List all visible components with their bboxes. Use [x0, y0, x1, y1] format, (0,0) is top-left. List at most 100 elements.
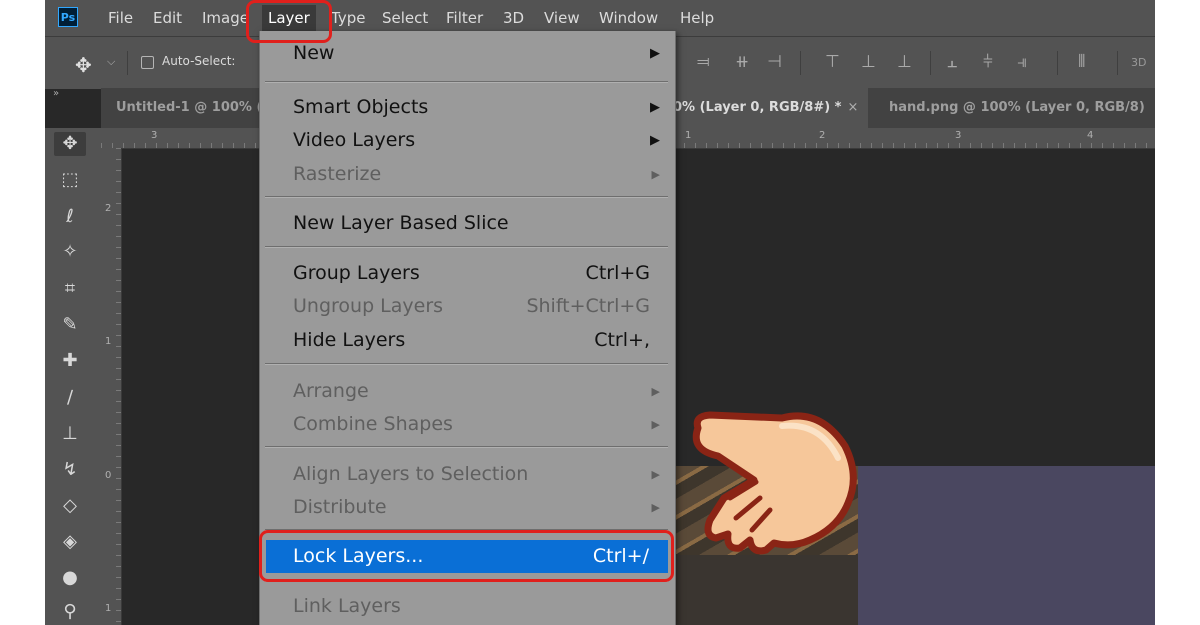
ruler-number: 3 [151, 130, 158, 141]
auto-select-checkbox[interactable] [141, 56, 154, 69]
submenu-arrow-icon: ▶ [651, 385, 660, 398]
tools-panel: ✥ ⬚ ℓ ✧ ⌗ ✎ ✚ ∕ ⊥ ↯ ◇ ◈ ● ⚲ [45, 128, 101, 625]
submenu-arrow-icon: ▶ [651, 501, 660, 514]
tab-label: 0% (Layer 0, RGB/8#) * [673, 100, 842, 115]
blur-tool-icon[interactable]: ● [58, 566, 82, 590]
ruler-number: 2 [819, 130, 826, 141]
menu-item-label: Align Layers to Selection [293, 463, 529, 485]
3d-mode-label[interactable]: 3D [1131, 56, 1146, 69]
menu-item-label: Group Layers [293, 262, 420, 284]
submenu-arrow-icon: ▶ [651, 468, 660, 481]
distribute-right-icon[interactable]: ⫣ [1017, 52, 1027, 72]
menu-item-label: Smart Objects [293, 96, 429, 118]
separator [930, 51, 931, 75]
marquee-tool-icon[interactable]: ⬚ [58, 168, 82, 192]
move-tool-icon[interactable]: ✥ [54, 132, 86, 156]
align-center-icon[interactable]: ⧺ [735, 52, 749, 72]
menu-separator [265, 246, 668, 248]
eraser-tool-icon[interactable]: ◇ [58, 494, 82, 518]
brush-tool-icon[interactable]: ∕ [58, 386, 82, 410]
ruler-number: 2 [105, 203, 112, 214]
menu-image[interactable]: Image [202, 0, 249, 36]
distribute-center-icon[interactable]: ⫩ [983, 52, 993, 72]
align-middle-icon[interactable]: ⊥ [861, 52, 876, 72]
tab-hand-png[interactable]: hand.png @ 100% (Layer 0, RGB/8) [889, 88, 1145, 128]
menu-item-video-layers[interactable]: Video Layers ▶ [260, 124, 675, 157]
tab-label: Untitled-1 @ 100% ( [116, 100, 263, 115]
lasso-tool-icon[interactable]: ℓ [58, 205, 82, 229]
menu-item-label: Video Layers [293, 129, 416, 151]
auto-select-label: Auto-Select: [162, 54, 236, 68]
menu-item-shortcut: Ctrl+G [585, 262, 650, 284]
menu-item-new-layer-based-slice[interactable]: New Layer Based Slice [260, 207, 675, 240]
menu-item-label: Link Layers [293, 595, 401, 617]
menu-item-rasterize: Rasterize ▶ [260, 158, 675, 191]
ruler-number: 3 [955, 130, 962, 141]
move-tool-icon[interactable]: ✥ [75, 53, 92, 77]
history-brush-tool-icon[interactable]: ↯ [58, 458, 82, 482]
menu-item-align-layers-to-selection: Align Layers to Selection ▶ [260, 458, 675, 491]
menu-item-distribute: Distribute ▶ [260, 491, 675, 524]
ruler-number: 1 [105, 603, 112, 614]
canvas-shape-layer [858, 466, 1155, 625]
menu-item-label: Hide Layers [293, 329, 406, 351]
menu-separator [265, 196, 668, 198]
ruler-number: 0 [105, 470, 112, 481]
annotation-highlight-layer-menu [246, 0, 332, 43]
menu-item-label: Rasterize [293, 163, 382, 185]
ruler-number: 1 [685, 130, 692, 141]
submenu-arrow-icon: ▶ [651, 168, 660, 181]
menu-item-label: Combine Shapes [293, 413, 453, 435]
separator [1057, 51, 1058, 75]
annotation-highlight-lock-layers [259, 530, 674, 582]
align-bottom-icon[interactable]: ⊥ [897, 52, 912, 72]
magic-wand-tool-icon[interactable]: ✧ [58, 240, 82, 264]
submenu-arrow-icon: ▶ [651, 418, 660, 431]
menu-separator [265, 81, 668, 83]
menu-item-label: Distribute [293, 496, 387, 518]
distribute-spacing-icon[interactable]: ⦀ [1078, 52, 1085, 72]
photoshop-window: Ps File Edit Image Layer Type Select Fil… [45, 0, 1155, 625]
menu-item-link-layers: Link Layers [260, 590, 675, 623]
align-left-icon[interactable]: ⫤ [697, 52, 710, 72]
menu-item-shortcut: Shift+Ctrl+G [526, 295, 650, 317]
dodge-tool-icon[interactable]: ⚲ [58, 600, 82, 624]
menu-item-label: Ungroup Layers [293, 295, 444, 317]
distribute-left-icon[interactable]: ⫠ [947, 52, 957, 72]
align-top-icon[interactable]: ⊤ [825, 52, 840, 72]
menu-item-smart-objects[interactable]: Smart Objects ▶ [260, 91, 675, 124]
close-icon[interactable]: × [847, 100, 858, 115]
separator [127, 51, 128, 75]
menu-item-label: Arrange [293, 380, 369, 402]
menu-file[interactable]: File [108, 0, 133, 36]
menu-item-group-layers[interactable]: Group Layers Ctrl+G [260, 257, 675, 290]
vertical-ruler: 2 1 0 1 [101, 148, 122, 625]
separator [800, 51, 801, 75]
paint-bucket-tool-icon[interactable]: ◈ [58, 530, 82, 554]
menu-help[interactable]: Help [680, 0, 714, 36]
menu-item-ungroup-layers: Ungroup Layers Shift+Ctrl+G [260, 290, 675, 323]
menu-edit[interactable]: Edit [153, 0, 182, 36]
ruler-number: 4 [1087, 130, 1094, 141]
tab-untitled[interactable]: Untitled-1 @ 100% ( [116, 88, 262, 128]
canvas-photo-layer [673, 555, 858, 625]
submenu-arrow-icon: ▶ [650, 46, 660, 61]
pointing-hand-icon [692, 411, 857, 555]
photoshop-logo: Ps [58, 7, 78, 27]
menu-separator [265, 446, 668, 448]
crop-tool-icon[interactable]: ⌗ [58, 277, 82, 301]
tab-active-document[interactable]: 0% (Layer 0, RGB/8#) * × [661, 88, 869, 128]
collapse-panel-icon[interactable]: » [53, 88, 59, 99]
healing-brush-tool-icon[interactable]: ✚ [58, 349, 82, 373]
chevron-down-icon[interactable]: ⌵ [107, 55, 115, 69]
menu-item-shortcut: Ctrl+, [594, 329, 650, 351]
ruler-number: 1 [105, 336, 112, 347]
menu-item-label: New Layer Based Slice [293, 212, 509, 234]
menu-item-hide-layers[interactable]: Hide Layers Ctrl+, [260, 324, 675, 357]
tab-label: hand.png @ 100% (Layer 0, RGB/8) [889, 100, 1145, 115]
submenu-arrow-icon: ▶ [650, 133, 660, 148]
eyedropper-tool-icon[interactable]: ✎ [58, 313, 82, 337]
clone-stamp-tool-icon[interactable]: ⊥ [58, 422, 82, 446]
align-right-icon[interactable]: ⊣ [767, 52, 782, 72]
separator [1117, 51, 1118, 75]
